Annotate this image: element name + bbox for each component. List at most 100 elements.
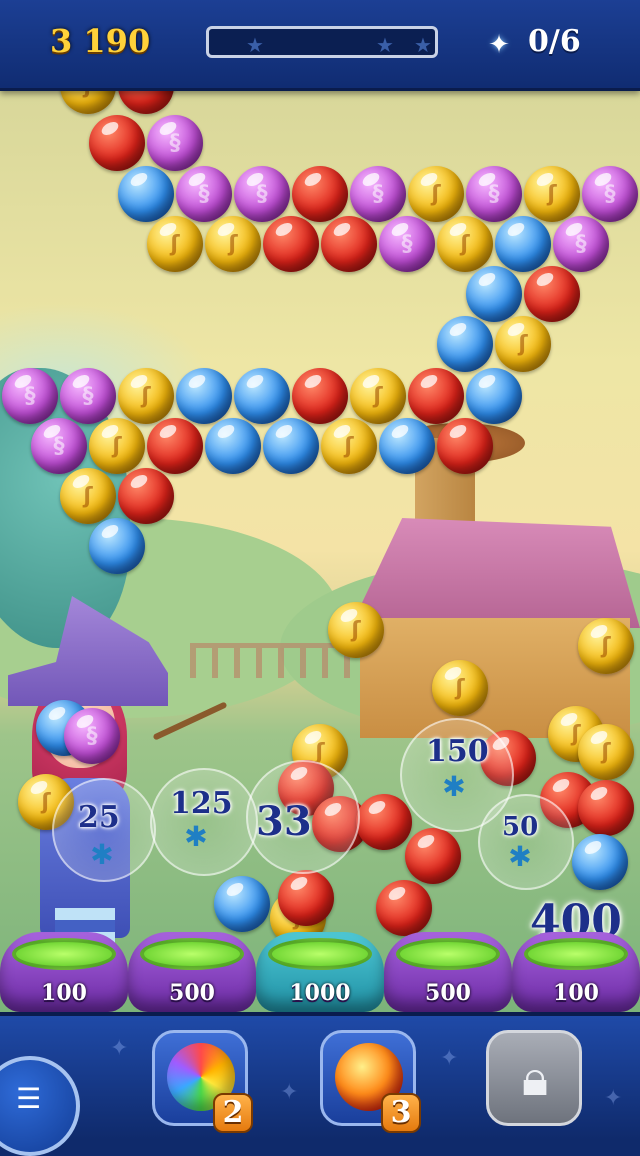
cauldron-value: 1000 <box>289 980 351 1006</box>
bubble-blue[interactable] <box>118 166 174 222</box>
bubble-yellow[interactable]: ʃ <box>350 368 406 424</box>
bubble-blue[interactable] <box>263 418 319 474</box>
rainbow-booster-button[interactable]: 2 <box>152 1030 253 1133</box>
bubble-purple[interactable]: § <box>379 216 435 272</box>
bubble-yellow[interactable]: ʃ <box>408 166 464 222</box>
sparkle-icon: ✦ <box>280 1080 299 1105</box>
bubble-yellow[interactable]: ʃ <box>524 166 580 222</box>
bubble-purple[interactable]: § <box>350 166 406 222</box>
falling-bubble-red <box>278 870 334 926</box>
bubble-blue[interactable] <box>176 368 232 424</box>
falling-bubble-red <box>405 828 461 884</box>
sparkle-icon: ✦ <box>110 1036 129 1061</box>
bubble-red[interactable] <box>292 368 348 424</box>
bubble-yellow[interactable]: ʃ <box>205 216 261 272</box>
locked-booster-slot[interactable]: 🔒︎ <box>486 1030 582 1126</box>
house-roof <box>350 518 640 628</box>
spider-icon: ✱ <box>508 840 532 873</box>
cauldron-value: 100 <box>553 980 599 1006</box>
progress-star-icon: ★ <box>376 33 394 57</box>
score-progress-bar: ★ ★ ★ <box>206 26 438 58</box>
falling-bubble-yellow: ʃ <box>578 724 634 780</box>
falling-bubble-purple: § <box>64 708 120 764</box>
fire-booster-button[interactable]: 3 <box>320 1030 421 1133</box>
bubble-yellow[interactable]: ʃ <box>437 216 493 272</box>
bubble-blue[interactable] <box>379 418 435 474</box>
bubble-purple[interactable]: § <box>60 368 116 424</box>
cauldron-500-left: 500 <box>128 932 256 1012</box>
cauldron-100-right: 100 <box>512 932 640 1012</box>
bubble-blue[interactable] <box>466 368 522 424</box>
spider-icon: ✱ <box>442 770 466 803</box>
cauldron-brew <box>140 938 244 970</box>
bubble-yellow[interactable]: ʃ <box>321 418 377 474</box>
bubble-purple[interactable]: § <box>176 166 232 222</box>
bubble-purple[interactable]: § <box>466 166 522 222</box>
bubble-blue[interactable] <box>466 266 522 322</box>
falling-bubble-red <box>578 780 634 836</box>
bubble-red[interactable] <box>89 115 145 171</box>
score-value: 3 190 <box>50 22 151 60</box>
bubble-purple[interactable]: § <box>553 216 609 272</box>
cauldron-500-right: 500 <box>384 932 512 1012</box>
falling-bubble-yellow: ʃ <box>578 618 634 674</box>
booster-count-badge: 2 <box>213 1093 253 1133</box>
falling-bubble-yellow: ʃ <box>328 602 384 658</box>
bubble-red[interactable] <box>118 88 174 114</box>
cauldron-brew <box>524 938 628 970</box>
falling-bubble-blue <box>214 876 270 932</box>
bubble-red[interactable] <box>437 418 493 474</box>
cauldron-value: 500 <box>425 980 471 1006</box>
progress-star-icon: ★ <box>246 33 264 57</box>
bubble-yellow[interactable]: ʃ <box>60 88 116 114</box>
bubble-yellow[interactable]: ʃ <box>147 216 203 272</box>
menu-icon: ☰ <box>16 1082 42 1115</box>
bubble-blue[interactable] <box>89 518 145 574</box>
bubble-yellow[interactable]: ʃ <box>495 316 551 372</box>
falling-bubble-red <box>356 794 412 850</box>
bubble-blue[interactable] <box>437 316 493 372</box>
bubble-yellow[interactable]: ʃ <box>118 368 174 424</box>
play-field[interactable]: ʃ § § § § ʃ § ʃ § ʃ ʃ § ʃ § ʃ § § ʃ ʃ § … <box>0 88 640 1012</box>
bubble-red[interactable] <box>321 216 377 272</box>
bubble-red[interactable] <box>292 166 348 222</box>
cauldron-100-left: 100 <box>0 932 128 1012</box>
bubble-red[interactable] <box>408 368 464 424</box>
bubble-purple[interactable]: § <box>147 115 203 171</box>
bubble-purple[interactable]: § <box>31 418 87 474</box>
bubble-blue[interactable] <box>234 368 290 424</box>
cauldron-brew <box>396 938 500 970</box>
bubble-blue[interactable] <box>495 216 551 272</box>
falling-bubble-yellow: ʃ <box>432 660 488 716</box>
bubble-purple[interactable]: § <box>2 368 58 424</box>
star-icon: ✦ <box>488 30 510 60</box>
sparkle-icon: ✦ <box>440 1046 459 1071</box>
cauldron-1000: 1000 <box>256 932 384 1012</box>
spider-icon: ✱ <box>90 838 114 871</box>
bubble-red[interactable] <box>147 418 203 474</box>
bubble-purple[interactable]: § <box>234 166 290 222</box>
bubble-purple[interactable]: § <box>582 166 638 222</box>
cauldron-value: 100 <box>41 980 87 1006</box>
spider-score: 25 <box>78 800 120 835</box>
stars-collected: 0/6 <box>528 24 581 59</box>
spider-score: 150 <box>426 734 489 769</box>
bubble-red[interactable] <box>263 216 319 272</box>
top-hud: 3 190 ★ ★ ★ ✦ 0/6 <box>0 0 640 91</box>
cauldron-brew <box>12 938 116 970</box>
bubble-yellow[interactable]: ʃ <box>60 468 116 524</box>
bubble-yellow[interactable]: ʃ <box>89 418 145 474</box>
bubble-red[interactable] <box>524 266 580 322</box>
cauldron-value: 500 <box>169 980 215 1006</box>
spider-score: 50 <box>502 812 539 842</box>
sparkle-icon: ✦ <box>604 1086 623 1111</box>
menu-button[interactable]: ☰ <box>0 1056 80 1156</box>
lock-icon: 🔒︎ <box>521 1049 549 1107</box>
cauldron-brew <box>268 938 372 970</box>
progress-star-icon: ★ <box>414 33 432 57</box>
falling-bubble-blue <box>572 834 628 890</box>
falling-bubble-red <box>376 880 432 936</box>
bubble-blue[interactable] <box>205 418 261 474</box>
bubble-red[interactable] <box>118 468 174 524</box>
spider-icon: ✱ <box>184 820 208 853</box>
